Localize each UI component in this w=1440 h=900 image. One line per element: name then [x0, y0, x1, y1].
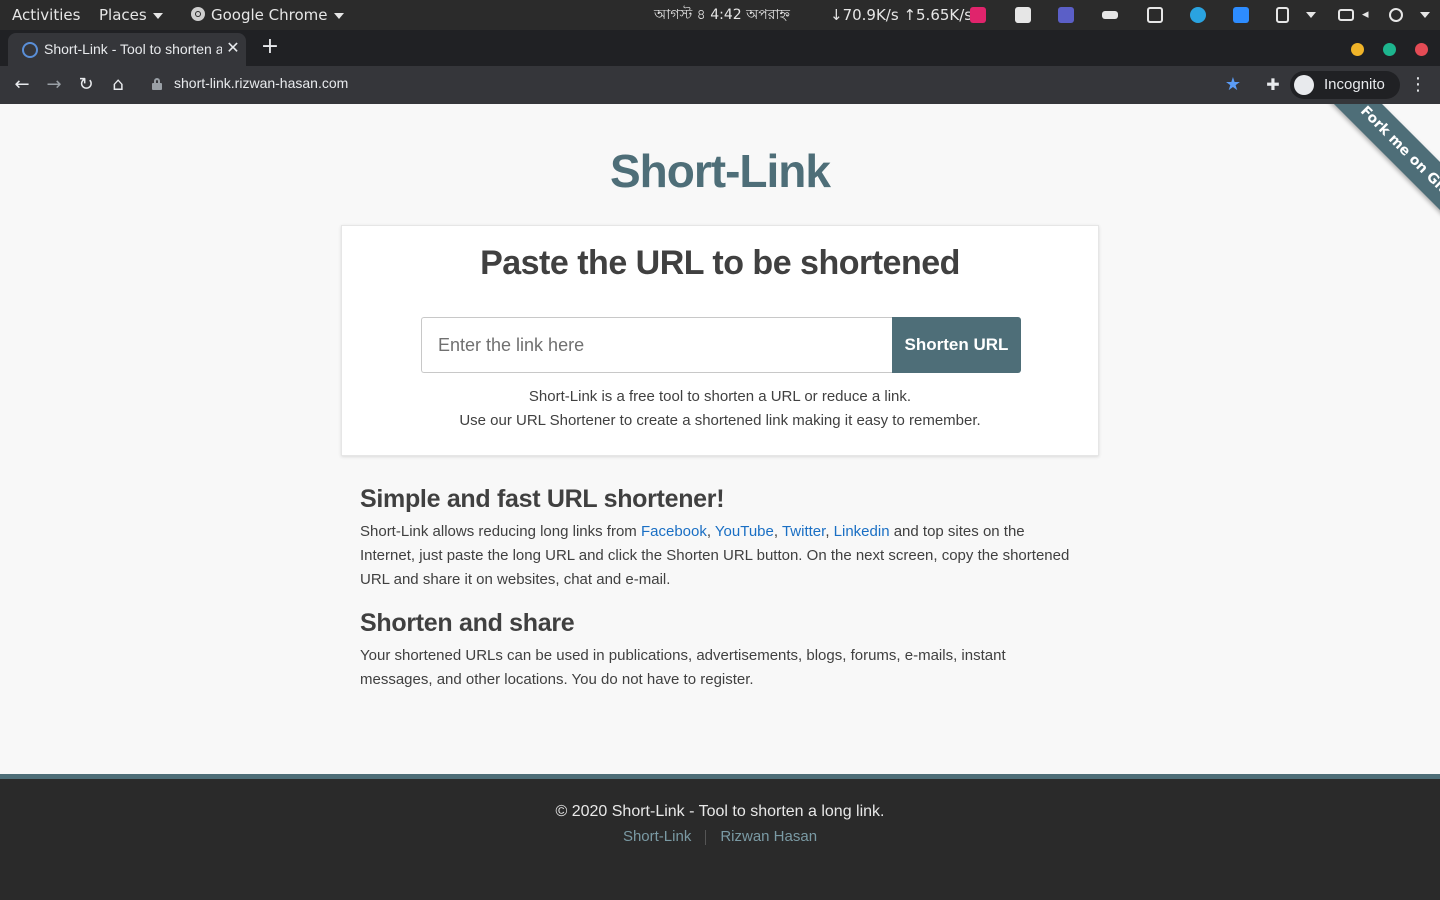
shorten-url-button[interactable]: Shorten URL [892, 317, 1021, 373]
section-shorten-share: Shorten and share Your shortened URLs ca… [360, 609, 1080, 692]
favicon-icon [22, 42, 38, 58]
section-simple-fast: Simple and fast URL shortener! Short-Lin… [360, 485, 1080, 592]
shorten-card: Paste the URL to be shortened Shorten UR… [341, 225, 1099, 456]
description-line-1: Short-Link is a free tool to shorten a U… [528, 388, 912, 405]
section-paragraph: Short-Link allows reducing long links fr… [360, 523, 1070, 588]
tray-app-icon[interactable] [970, 7, 986, 23]
tray-drive-icon[interactable] [1015, 7, 1031, 23]
linkedin-link[interactable]: Linkedin [834, 523, 890, 540]
star-icon[interactable]: ★ [1221, 73, 1245, 97]
places-menu[interactable]: Places [99, 0, 163, 30]
places-label: Places [99, 6, 147, 24]
footer: © 2020 Short-Link - Tool to shorten a lo… [0, 774, 1440, 900]
screen-icon[interactable] [1338, 9, 1354, 21]
home-icon[interactable]: ⌂ [106, 73, 130, 97]
minimize-button[interactable] [1351, 43, 1364, 56]
clipboard-icon[interactable] [1276, 7, 1289, 23]
power-icon[interactable] [1389, 8, 1403, 22]
system-top-bar: Activities Places Google Chrome আগস্ট ৪ … [0, 0, 1440, 30]
twitter-link[interactable]: Twitter [782, 523, 825, 540]
web-page: Fork me on GitHub Short-Link Paste the U… [0, 104, 1440, 900]
forward-icon[interactable]: → [42, 73, 66, 97]
browser-toolbar: ← → ↻ ⌂ short-link.rizwan-hasan.com ★ ✚ … [0, 66, 1440, 104]
card-description: Short-Link is a free tool to shorten a U… [342, 385, 1098, 433]
activities-button[interactable]: Activities [12, 0, 80, 30]
site-title: Short-Link [610, 145, 831, 197]
volume-icon[interactable]: ◂ [1362, 7, 1378, 23]
tray-network-icon[interactable] [1102, 11, 1118, 19]
plus-icon[interactable]: + [258, 35, 282, 59]
profile-label: Incognito [1324, 76, 1385, 93]
tab-active[interactable]: Short-Link - Tool to shorten a long link… [8, 33, 246, 66]
tab-strip: Short-Link - Tool to shorten a long link… [0, 30, 1440, 66]
chrome-icon [191, 7, 205, 21]
chevron-down-icon[interactable] [1420, 12, 1430, 18]
app-menu-label: Google Chrome [211, 6, 328, 24]
youtube-link[interactable]: YouTube [715, 523, 774, 540]
description-line-2: Use our URL Shortener to create a shorte… [459, 412, 981, 429]
clock[interactable]: আগস্ট ৪ 4:42 অপরাহ্ন [654, 0, 790, 30]
chevron-down-icon[interactable] [1306, 12, 1316, 18]
chevron-down-icon [152, 12, 163, 19]
facebook-link[interactable]: Facebook [641, 523, 707, 540]
tab-title: Short-Link - Tool to shorten a long link [44, 41, 222, 57]
chevron-down-icon [333, 12, 344, 19]
extensions-icon[interactable]: ✚ [1261, 73, 1285, 97]
reload-icon[interactable]: ↻ [74, 73, 98, 97]
close-window-button[interactable] [1415, 43, 1428, 56]
app-menu[interactable]: Google Chrome [190, 0, 344, 30]
footer-divider [705, 829, 707, 845]
network-speed: ↓70.9K/s ↑5.65K/s [830, 6, 973, 24]
section-paragraph: Your shortened URLs can be used in publi… [360, 647, 1006, 688]
teams-icon[interactable] [1058, 7, 1074, 23]
maximize-button[interactable] [1383, 43, 1396, 56]
footer-link-author[interactable]: Rizwan Hasan [720, 828, 817, 845]
tray-windows-icon[interactable] [1147, 7, 1163, 23]
back-icon[interactable]: ← [10, 73, 34, 97]
menu-icon[interactable]: ⋮ [1406, 73, 1430, 97]
address-bar[interactable]: short-link.rizwan-hasan.com [174, 75, 348, 91]
lock-icon[interactable] [152, 78, 162, 90]
incognito-icon [1294, 75, 1314, 95]
section-heading: Simple and fast URL shortener! [360, 485, 725, 513]
close-icon[interactable]: ✕ [224, 38, 242, 58]
telegram-icon[interactable] [1190, 7, 1206, 23]
profile-button[interactable]: Incognito [1290, 71, 1400, 99]
teamviewer-icon[interactable] [1233, 7, 1249, 23]
footer-copyright: © 2020 Short-Link - Tool to shorten a lo… [555, 803, 885, 820]
section-heading: Shorten and share [360, 609, 575, 637]
url-input[interactable] [421, 317, 892, 373]
card-heading: Paste the URL to be shortened [480, 244, 960, 282]
footer-link-short-link[interactable]: Short-Link [623, 828, 691, 845]
footer-links: Short-Link Rizwan Hasan [0, 828, 1440, 845]
